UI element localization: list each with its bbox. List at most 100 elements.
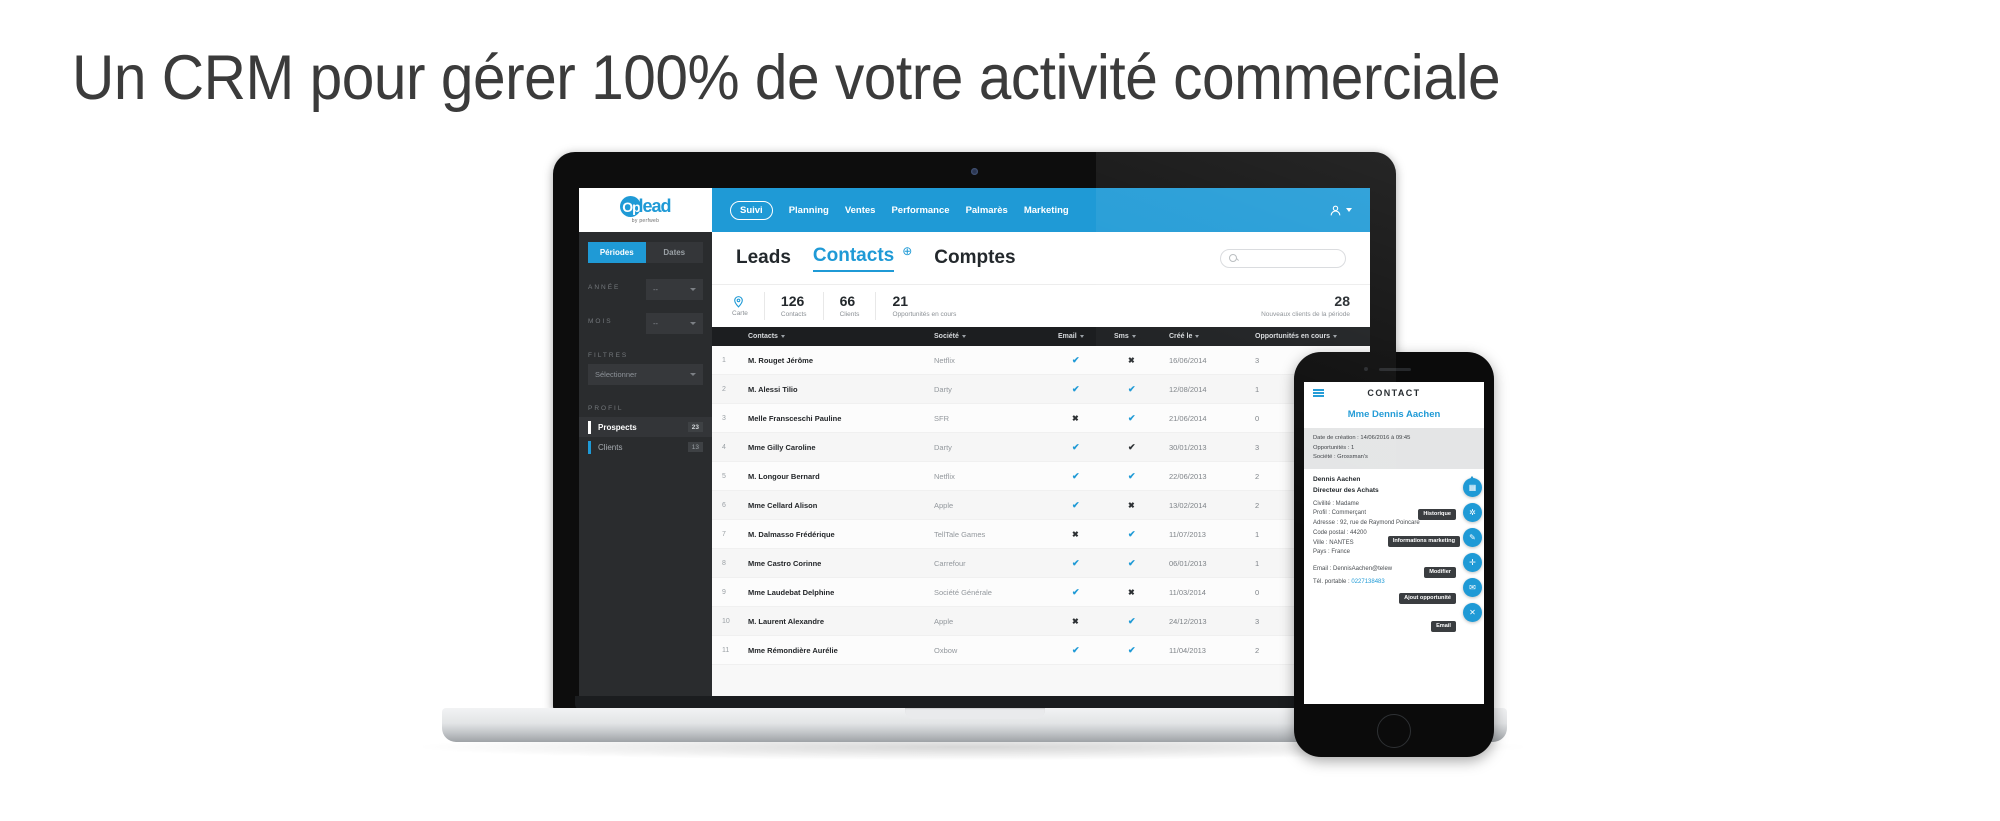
col-cree-le[interactable]: Créé le — [1169, 333, 1255, 340]
row-contact: Melle Fransceschi Pauline — [748, 413, 842, 423]
plus-circle-icon[interactable]: ⊕ — [902, 244, 912, 258]
table-row[interactable]: 5 M. Longour Bernard Netflix ✔ ✔ 22/06/2013 2 — [712, 462, 1370, 491]
tooltip-historique: Historique — [1418, 508, 1456, 520]
table-row[interactable]: 11 Mme Rémondière Aurélie Oxbow ✔ ✔ 11/04/201… — [712, 636, 1370, 665]
row-index: 10 — [722, 617, 730, 625]
col-email[interactable]: Email — [1058, 333, 1114, 340]
row-email: ✔ — [1058, 558, 1114, 569]
tooltip-ajout-opportunite: Ajout opportunité — [1399, 592, 1456, 604]
sidebar-tab-periodes[interactable]: Périodes — [588, 242, 646, 263]
col-societe[interactable]: Société — [934, 333, 1058, 340]
email-icon[interactable]: ✉ — [1463, 578, 1482, 597]
close-icon[interactable]: ✕ — [1463, 603, 1482, 622]
tab-leads[interactable]: Leads — [736, 247, 791, 269]
main-content: Leads Contacts ⊕ Comptes Carte 126 Conta… — [712, 232, 1370, 698]
cross-icon: ✖ — [1072, 616, 1079, 626]
year-select[interactable]: -- — [646, 279, 703, 300]
stat-carte[interactable]: Carte — [732, 292, 765, 320]
sidebar-item-clients[interactable]: Clients 13 — [579, 437, 712, 457]
cross-icon: ✖ — [1128, 500, 1135, 510]
year-value: -- — [653, 285, 658, 294]
nav-item-performance[interactable]: Performance — [891, 205, 949, 216]
phone-camera-icon — [1364, 367, 1368, 371]
phone-body: CONTACT Mme Dennis Aachen Date de créati… — [1294, 352, 1494, 757]
stat-opportunites: 21 Opportunités en cours — [876, 292, 972, 320]
table-row[interactable]: 10 M. Laurent Alexandre Apple ✖ ✔ 24/12/2013 3 — [712, 607, 1370, 636]
nav-item-marketing[interactable]: Marketing — [1024, 205, 1069, 216]
row-date: 16/06/2014 — [1169, 355, 1207, 365]
sort-arrow-icon — [1131, 335, 1136, 338]
check-icon: ✔ — [1128, 615, 1136, 626]
chevron-down-icon — [690, 288, 696, 291]
phone-role: Directeur des Achats — [1313, 486, 1379, 494]
row-societe: TellTale Games — [934, 529, 986, 539]
col-opportunites[interactable]: Opportunités en cours — [1255, 333, 1360, 340]
row-contact: M. Laurent Alexandre — [748, 616, 824, 626]
edit-pencil-icon[interactable]: ✎ — [1463, 528, 1482, 547]
check-icon: ✔ — [1128, 383, 1136, 394]
row-societe: Carrefour — [934, 558, 966, 568]
row-index: 2 — [722, 385, 726, 393]
check-icon: ✔ — [1128, 470, 1136, 481]
filters-select[interactable]: Sélectionner — [588, 364, 703, 385]
app-topbar: Op lead by perfweb Suivi Planning Ventes… — [579, 188, 1370, 232]
row-societe: Oxbow — [934, 645, 958, 655]
phone-home-button[interactable] — [1377, 714, 1411, 748]
row-societe: Apple — [934, 616, 954, 626]
col-sms[interactable]: Sms — [1114, 333, 1169, 340]
nav-item-suivi[interactable]: Suivi — [730, 200, 773, 220]
add-opportunity-icon[interactable]: ✛ — [1463, 553, 1482, 572]
nav-item-ventes[interactable]: Ventes — [845, 205, 876, 216]
row-date: 22/06/2013 — [1169, 471, 1207, 481]
tooltip-modifier: Modifier — [1424, 566, 1456, 578]
table-row[interactable]: 9 Mme Laudebat Delphine Société Générale ✔ ✖… — [712, 578, 1370, 607]
col-email-label: Email — [1058, 333, 1077, 340]
row-index: 4 — [722, 443, 726, 451]
nav-item-planning[interactable]: Planning — [789, 205, 829, 216]
row-contact: Mme Laudebat Delphine — [748, 587, 835, 597]
month-select[interactable]: -- — [646, 313, 703, 334]
stat-nouveaux-label: Nouveaux clients de la période — [1261, 310, 1350, 318]
row-contact: M. Rouget Jérôme — [748, 355, 814, 365]
sidebar-tab-dates[interactable]: Dates — [645, 242, 703, 263]
sidebar-item-prospects[interactable]: Prospects 23 — [579, 417, 712, 437]
table-row[interactable]: 4 Mme Gilly Caroline Darty ✔ ✔ 30/01/2013 3 — [712, 433, 1370, 462]
col-contacts[interactable]: Contacts — [748, 333, 934, 340]
stat-clients-label: Clients — [839, 310, 860, 318]
phone-mockup: CONTACT Mme Dennis Aachen Date de créati… — [1294, 352, 1494, 757]
meta-date: Date de création : 14/06/2016 à 09:45 — [1313, 435, 1411, 441]
table-row[interactable]: 3 Melle Fransceschi Pauline SFR ✖ ✔ 21/06/201… — [712, 404, 1370, 433]
row-email: ✔ — [1058, 500, 1114, 511]
row-index: 5 — [722, 472, 726, 480]
sort-arrow-icon — [780, 335, 785, 338]
row-index: 7 — [722, 530, 726, 538]
active-marker-icon — [588, 420, 591, 434]
marketing-icon[interactable]: ✲ — [1463, 503, 1482, 522]
row-email: ✔ — [1058, 442, 1114, 453]
phone-contact-name[interactable]: Mme Dennis Aachen — [1304, 404, 1484, 428]
content-tabs: Leads Contacts ⊕ Comptes — [712, 232, 1370, 284]
table-row[interactable]: 2 M. Alessi Tilio Darty ✔ ✔ 12/08/2014 1 — [712, 375, 1370, 404]
laptop-lid: Op lead by perfweb Suivi Planning Ventes… — [553, 152, 1396, 714]
table-row[interactable]: 8 Mme Castro Corinne Carrefour ✔ ✔ 06/01/2013… — [712, 549, 1370, 578]
tab-contacts[interactable]: Contacts — [812, 245, 895, 272]
table-row[interactable]: 7 M. Dalmasso Frédérique TellTale Games ✖ ✔ 1… — [712, 520, 1370, 549]
tab-comptes[interactable]: Comptes — [934, 247, 1015, 269]
user-icon — [1330, 205, 1341, 215]
search-input[interactable] — [1220, 248, 1346, 268]
cross-icon: ✖ — [1072, 413, 1079, 423]
phone-header: CONTACT — [1304, 382, 1484, 404]
table-row[interactable]: 6 Mme Cellard Alison Apple ✔ ✖ 13/02/2014 2 — [712, 491, 1370, 520]
row-sms: ✖ — [1114, 501, 1169, 510]
table-row[interactable]: 1 M. Rouget Jérôme Netflix ✔ ✖ 16/06/2014 3 — [712, 346, 1370, 375]
row-date: 24/12/2013 — [1169, 616, 1207, 626]
row-sms: ✔ — [1114, 645, 1169, 656]
row-date: 21/06/2014 — [1169, 413, 1207, 423]
user-menu[interactable] — [1329, 188, 1370, 232]
row-date: 06/01/2013 — [1169, 558, 1207, 568]
nav-item-palmares[interactable]: Palmarès — [966, 205, 1008, 216]
clients-label: Clients — [598, 442, 623, 452]
history-icon[interactable]: ▦ — [1463, 478, 1482, 497]
app-logo[interactable]: Op lead by perfweb — [579, 188, 712, 232]
row-sms: ✔ — [1114, 616, 1169, 627]
